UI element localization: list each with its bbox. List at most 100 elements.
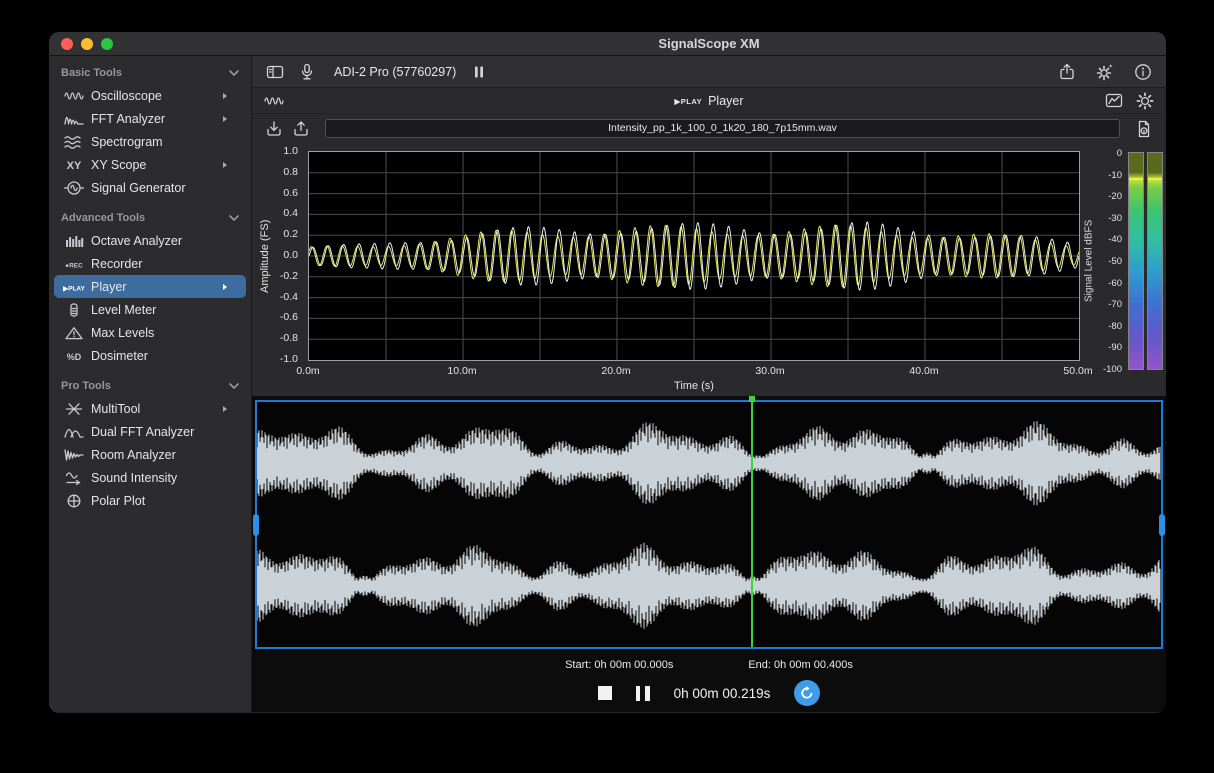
player-settings-button[interactable] (1136, 92, 1154, 110)
device-label[interactable]: ADI-2 Pro (57760297) (334, 65, 456, 79)
sidebar-item-dosimeter[interactable]: %D Dosimeter (54, 344, 246, 367)
sidebar-item-xy-scope[interactable]: XYXY Scope (54, 153, 246, 176)
player-tab-label: Player (708, 94, 743, 108)
section-title: Pro Tools (61, 380, 111, 392)
y-tick-label: 0.4 (283, 207, 298, 219)
sidebar-item-octave-analyzer[interactable]: Octave Analyzer (54, 229, 246, 252)
sidebar-item-label: Dosimeter (91, 349, 148, 363)
sidebar-section-basic-tools[interactable]: Basic Tools (49, 62, 251, 83)
y-tick-label: -0.2 (280, 270, 298, 282)
sidebar-item-max-levels[interactable]: Max Levels (54, 321, 246, 344)
sidebar-item-label: XY Scope (91, 158, 146, 172)
sidebar-item-level-meter[interactable]: Level Meter (54, 298, 246, 321)
chart-zone: Amplitude (FS) 1.00.80.60.40.20.0-0.2-0.… (252, 143, 1166, 396)
submenu-arrow-icon (211, 115, 239, 123)
file-info-button[interactable] (1135, 120, 1153, 138)
sidebar: Basic Tools Oscilloscope FFT Analyzer Spect… (49, 56, 252, 712)
sidebar-item-sound-intensity[interactable]: Sound Intensity (54, 466, 246, 489)
export-file-button[interactable] (292, 120, 310, 138)
y-tick-label: 0.0 (283, 249, 298, 261)
sidebar-item-label: Spectrogram (91, 135, 163, 149)
sound-intensity-icon (60, 471, 88, 485)
y-tick-label: 0.2 (283, 228, 298, 240)
main-panel: ADI-2 Pro (57760297) ▶PLAYPlayer (252, 56, 1166, 712)
waveform-chart (308, 151, 1080, 361)
spectrogram-icon (60, 135, 88, 149)
sidebar-item-oscilloscope[interactable]: Oscilloscope (54, 84, 246, 107)
sidebar-item-room-analyzer[interactable]: Room Analyzer (54, 443, 246, 466)
selection-handle-right[interactable] (1159, 514, 1165, 536)
chart-view-toggle-button[interactable] (1105, 92, 1123, 110)
file-bar: Intensity_pp_1k_100_0_1k20_180_7p15mm.wa… (252, 114, 1166, 143)
pause-button[interactable] (636, 686, 650, 701)
microphone-device-icon[interactable] (298, 63, 316, 81)
dosimeter-icon: %D (60, 349, 88, 363)
meter-tick-label: -20 (1108, 191, 1122, 202)
sidebar-item-polar-plot[interactable]: Polar Plot (54, 489, 246, 512)
x-axis-ticks: 0.0m10.0m20.0m30.0m40.0m50.0m (308, 365, 1080, 378)
selection-handle-left[interactable] (253, 514, 259, 536)
y-tick-label: -0.8 (280, 332, 298, 344)
x-tick-label: 40.0m (909, 365, 938, 377)
sidebar-item-label: Room Analyzer (91, 448, 176, 462)
transport-controls: 0h 00m 00.219s (252, 680, 1166, 706)
meter-axis-label: Signal Level dBFS (1082, 152, 1096, 370)
sidebar-section-advanced-tools[interactable]: Advanced Tools (49, 207, 251, 228)
playhead-cap (749, 396, 755, 402)
sidebar-item-recorder[interactable]: ●REC Recorder (54, 252, 246, 275)
y-tick-label: 0.8 (283, 166, 298, 178)
sidebar-item-label: Player (91, 280, 126, 294)
main-toolbar: ADI-2 Pro (57760297) (252, 56, 1166, 88)
play-badge-icon: ▶PLAY (60, 280, 88, 294)
svg-text:●REC: ●REC (65, 262, 83, 269)
playhead-cursor[interactable] (751, 402, 753, 647)
svg-text:▶PLAY: ▶PLAY (63, 285, 85, 292)
sidebar-item-dual-fft-analyzer[interactable]: Dual FFT Analyzer (54, 420, 246, 443)
meter-tick-label: -70 (1108, 299, 1122, 310)
multitool-icon (60, 402, 88, 416)
svg-text:%D: %D (67, 352, 82, 362)
zoom-button[interactable] (101, 38, 113, 50)
sidebar-toggle-button[interactable] (266, 63, 284, 81)
import-file-button[interactable] (265, 120, 283, 138)
x-tick-label: 10.0m (447, 365, 476, 377)
section-title: Advanced Tools (61, 212, 145, 224)
sidebar-item-spectrogram[interactable]: Spectrogram (54, 130, 246, 153)
sidebar-item-label: Recorder (91, 257, 142, 271)
info-button[interactable] (1134, 63, 1152, 81)
selection-times: Start: 0h 00m 00.000s End: 0h 00m 00.400… (252, 659, 1166, 671)
meter-ticks: 0-10-20-30-40-50-60-70-80-90-100 (1096, 143, 1124, 396)
y-axis-ticks: 1.00.80.60.40.20.0-0.2-0.4-0.6-0.8-1.0 (252, 143, 303, 396)
meter-tick-label: -90 (1108, 342, 1122, 353)
stop-button[interactable] (598, 686, 612, 700)
minimize-button[interactable] (81, 38, 93, 50)
settings-gear-button[interactable] (1096, 63, 1114, 81)
share-button[interactable] (1058, 63, 1076, 81)
sidebar-item-label: Octave Analyzer (91, 234, 182, 248)
warning-triangle-icon (60, 326, 88, 340)
sidebar-item-player[interactable]: ▶PLAY Player (54, 275, 246, 298)
submenu-arrow-icon (211, 92, 239, 100)
overview-zone: Start: 0h 00m 00.000s End: 0h 00m 00.400… (252, 396, 1166, 712)
submenu-arrow-icon (211, 161, 239, 169)
loop-toggle-button[interactable] (794, 680, 820, 706)
end-time-label: End: 0h 00m 00.400s (748, 659, 853, 671)
sidebar-item-signal-generator[interactable]: Signal Generator (54, 176, 246, 199)
chevron-down-icon (229, 383, 239, 389)
x-axis-label: Time (s) (674, 380, 714, 392)
sidebar-item-fft-analyzer[interactable]: FFT Analyzer (54, 107, 246, 130)
sidebar-item-multitool[interactable]: MultiTool (54, 397, 246, 420)
y-tick-label: 0.6 (283, 187, 298, 199)
device-pause-button[interactable] (470, 63, 488, 81)
sidebar-section-pro-tools[interactable]: Pro Tools (49, 375, 251, 396)
polar-plot-icon (60, 494, 88, 508)
x-tick-label: 30.0m (755, 365, 784, 377)
filename-field[interactable]: Intensity_pp_1k_100_0_1k20_180_7p15mm.wa… (325, 119, 1120, 138)
waveform-overview[interactable] (255, 400, 1163, 649)
close-button[interactable] (61, 38, 73, 50)
sidebar-item-label: Oscilloscope (91, 89, 162, 103)
sidebar-item-label: Sound Intensity (91, 471, 177, 485)
peak-hold-indicator (1129, 178, 1143, 180)
sidebar-item-label: Polar Plot (91, 494, 145, 508)
meter-tick-label: -40 (1108, 234, 1122, 245)
